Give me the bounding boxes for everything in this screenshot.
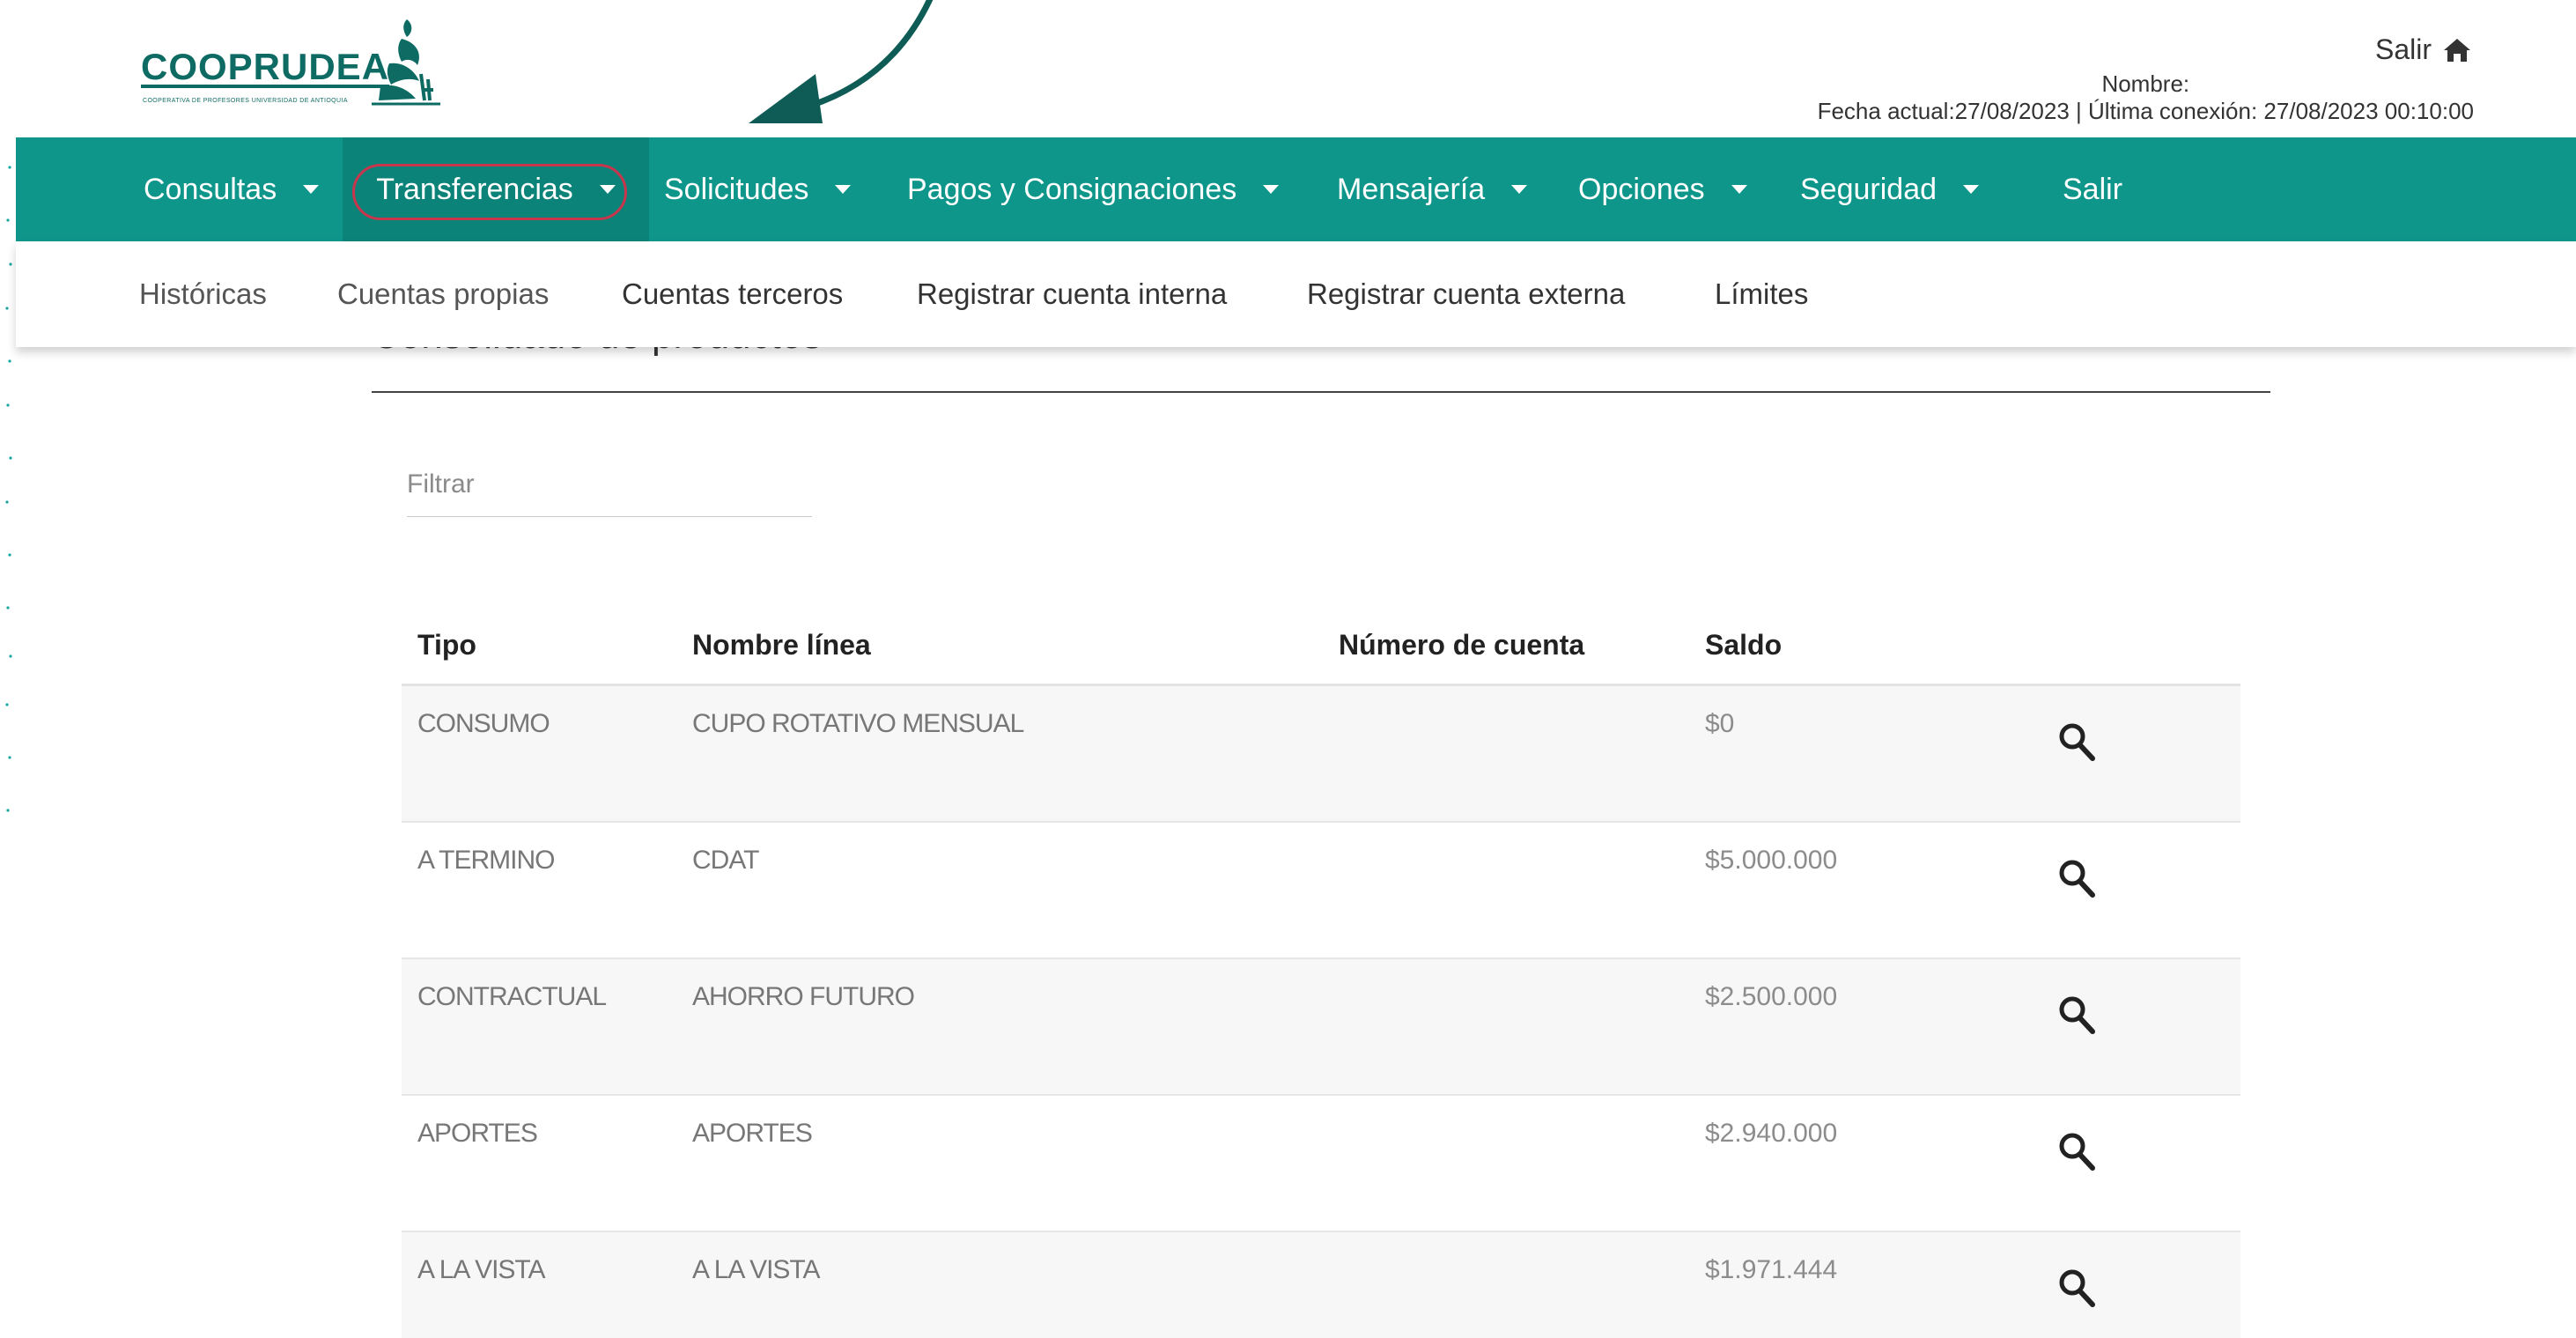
cell-nombre: CUPO ROTATIVO MENSUAL bbox=[692, 709, 1024, 738]
logo-subtitle: COOPERATIVA DE PROFESORES UNIVERSIDAD DE… bbox=[143, 98, 348, 104]
nav-item-label: Opciones bbox=[1578, 172, 1705, 206]
cooprudea-logo[interactable]: COOPRUDEA COOPERATIVA DE PROFESORES UNIV… bbox=[141, 12, 440, 109]
search-icon[interactable] bbox=[2057, 994, 2096, 1035]
filter-input[interactable] bbox=[407, 453, 812, 517]
nav-item-label: Pagos y Consignaciones bbox=[907, 172, 1237, 206]
subnav-item-label: Históricas bbox=[139, 277, 267, 310]
subnav-item-historicas[interactable]: Históricas bbox=[139, 241, 267, 347]
cell-tipo: APORTES bbox=[417, 1119, 538, 1148]
caret-down-icon bbox=[303, 185, 320, 194]
cell-nombre: A LA VISTA bbox=[692, 1255, 821, 1284]
home-icon bbox=[2444, 38, 2470, 62]
subnav-item-label: Registrar cuenta externa bbox=[1307, 277, 1626, 310]
nav-item-salir[interactable]: Salir bbox=[2063, 137, 2122, 241]
caret-down-icon bbox=[1263, 185, 1280, 194]
table-row: CONTRACTUAL AHORRO FUTURO $2.500.000 bbox=[402, 959, 2240, 1096]
subnav-item-cuentas-propias[interactable]: Cuentas propias bbox=[337, 241, 549, 347]
caret-down-icon bbox=[599, 185, 616, 194]
cell-saldo: $2.940.000 bbox=[1705, 1119, 1838, 1148]
nav-item-label: Transferencias bbox=[376, 172, 573, 206]
annotation-arrow-icon bbox=[749, 0, 934, 123]
page-header: COOPRUDEA COOPERATIVA DE PROFESORES UNIV… bbox=[0, 0, 2576, 137]
table-header: Tipo Nombre línea Número de cuenta Saldo bbox=[402, 617, 2240, 686]
nav-item-label: Solicitudes bbox=[664, 172, 809, 206]
nav-item-label: Seguridad bbox=[1800, 172, 1938, 206]
header-logout-label: Salir bbox=[2374, 33, 2432, 65]
cell-saldo: $0 bbox=[1705, 709, 1735, 738]
user-name-label: Nombre: bbox=[2101, 70, 2190, 97]
logo-figure-icon bbox=[372, 19, 440, 106]
cell-saldo: $5.000.000 bbox=[1705, 846, 1838, 875]
search-icon[interactable] bbox=[2057, 1131, 2096, 1172]
cell-nombre: AHORRO FUTURO bbox=[692, 982, 915, 1011]
user-session-info: Nombre: Fecha actual:27/08/2023 | Última… bbox=[1818, 70, 2474, 125]
logo-text: COOPRUDEA bbox=[141, 46, 390, 87]
nav-item-pagos[interactable]: Pagos y Consignaciones bbox=[907, 137, 1280, 241]
table-row: A LA VISTA A LA VISTA $1.971.444 bbox=[402, 1232, 2240, 1338]
cell-saldo: $1.971.444 bbox=[1705, 1255, 1838, 1284]
caret-down-icon bbox=[1731, 185, 1747, 194]
caret-down-icon bbox=[1963, 185, 1980, 194]
nav-item-label: Consultas bbox=[144, 172, 277, 206]
caret-down-icon bbox=[1511, 185, 1528, 194]
cell-nombre: APORTES bbox=[692, 1119, 813, 1148]
nav-item-consultas[interactable]: Consultas bbox=[144, 137, 320, 241]
cell-tipo: CONSUMO bbox=[417, 709, 550, 738]
nav-item-transferencias[interactable]: Transferencias bbox=[343, 137, 649, 241]
products-table: Tipo Nombre línea Número de cuenta Saldo… bbox=[402, 617, 2240, 1338]
subnav-item-label: Cuentas propias bbox=[337, 277, 550, 310]
search-icon[interactable] bbox=[2057, 858, 2096, 898]
section-divider bbox=[372, 391, 2270, 393]
column-header-numero[interactable]: Número de cuenta bbox=[1339, 629, 1584, 662]
nav-item-label: Mensajería bbox=[1337, 172, 1486, 206]
column-header-nombre[interactable]: Nombre línea bbox=[692, 629, 871, 662]
subnav-item-registrar-externa[interactable]: Registrar cuenta externa bbox=[1307, 241, 1625, 347]
caret-down-icon bbox=[835, 185, 852, 194]
main-navigation: Consultas Transferencias Solicitudes Pag… bbox=[16, 137, 2576, 241]
search-icon[interactable] bbox=[2057, 721, 2096, 762]
cell-tipo: A TERMINO bbox=[417, 846, 555, 875]
sub-navigation: Históricas Cuentas propias Cuentas terce… bbox=[16, 241, 2576, 347]
nav-item-label: Salir bbox=[2063, 172, 2123, 206]
table-row: CONSUMO CUPO ROTATIVO MENSUAL $0 bbox=[402, 686, 2240, 823]
table-row: APORTES APORTES $2.940.000 bbox=[402, 1096, 2240, 1232]
column-header-tipo[interactable]: Tipo bbox=[417, 629, 476, 662]
subnav-item-label: Registrar cuenta interna bbox=[917, 277, 1228, 310]
header-logout-link[interactable]: Salir bbox=[2375, 33, 2472, 66]
nav-item-mensajeria[interactable]: Mensajería bbox=[1337, 137, 1528, 241]
subnav-item-registrar-interna[interactable]: Registrar cuenta interna bbox=[917, 241, 1227, 347]
subnav-item-cuentas-terceros[interactable]: Cuentas terceros bbox=[622, 241, 843, 347]
search-icon[interactable] bbox=[2057, 1268, 2096, 1308]
subnav-item-label: Cuentas terceros bbox=[622, 277, 844, 310]
session-dates: Fecha actual:27/08/2023 | Última conexió… bbox=[1817, 98, 2474, 124]
cell-nombre: CDAT bbox=[692, 846, 759, 875]
cell-tipo: A LA VISTA bbox=[417, 1255, 546, 1284]
subnav-item-limites[interactable]: Límites bbox=[1715, 241, 1808, 347]
nav-item-solicitudes[interactable]: Solicitudes bbox=[664, 137, 852, 241]
column-header-saldo[interactable]: Saldo bbox=[1705, 629, 1782, 662]
nav-item-seguridad[interactable]: Seguridad bbox=[1800, 137, 1980, 241]
nav-item-opciones[interactable]: Opciones bbox=[1578, 137, 1747, 241]
cell-saldo: $2.500.000 bbox=[1705, 982, 1838, 1011]
cell-tipo: CONTRACTUAL bbox=[417, 982, 607, 1011]
subnav-item-label: Límites bbox=[1715, 277, 1809, 310]
table-row: A TERMINO CDAT $5.000.000 bbox=[402, 823, 2240, 959]
